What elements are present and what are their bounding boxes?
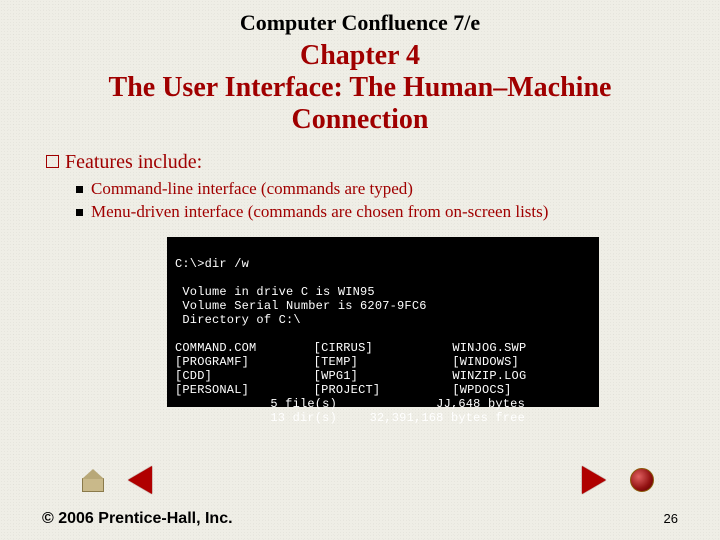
footer: © 2006 Prentice-Hall, Inc. 26 bbox=[0, 510, 720, 528]
bullet-text: Command-line interface (commands are typ… bbox=[91, 179, 413, 198]
next-button[interactable] bbox=[582, 466, 612, 494]
chapter-heading: Chapter 4 The User Interface: The Human–… bbox=[0, 40, 720, 137]
copyright-text: © 2006 Prentice-Hall, Inc. bbox=[42, 510, 233, 528]
terminal-cell: [WPDOCS] bbox=[452, 383, 591, 397]
bullet-text: Menu-driven interface (commands are chos… bbox=[91, 202, 548, 221]
terminal-stat: 5 file(s) bbox=[175, 397, 355, 411]
home-icon bbox=[82, 478, 104, 492]
terminal-cell: [CDD] bbox=[175, 369, 314, 383]
terminal-cell: [CIRRUS] bbox=[314, 341, 453, 355]
terminal-stat: 13 dir(s) bbox=[175, 411, 355, 425]
terminal-stats: 13 dir(s)32,391,168 bytes free bbox=[175, 411, 591, 425]
book-title: Computer Confluence 7/e bbox=[0, 0, 720, 36]
terminal-line bbox=[175, 327, 182, 341]
terminal-stat: JJ,648 bytes bbox=[355, 397, 525, 411]
terminal-line bbox=[175, 271, 182, 285]
terminal-cell: [PROGRAMF] bbox=[175, 355, 314, 369]
terminal-stats: 5 file(s)JJ,648 bytes bbox=[175, 397, 591, 411]
terminal-line: Directory of C:\ bbox=[175, 313, 301, 327]
terminal-columns: COMMAND.COM[CIRRUS]WINJOG.SWP bbox=[175, 341, 591, 355]
nav-row bbox=[0, 462, 720, 492]
feature-list: Command-line interface (commands are typ… bbox=[46, 178, 720, 224]
end-button[interactable] bbox=[630, 468, 654, 492]
terminal-line: C:\>dir /w bbox=[175, 257, 249, 271]
list-item: Command-line interface (commands are typ… bbox=[76, 178, 720, 201]
terminal-cell: WINZIP.LOG bbox=[452, 369, 591, 383]
terminal-columns: [CDD][WPG1]WINZIP.LOG bbox=[175, 369, 591, 383]
terminal-stat: 32,391,168 bytes free bbox=[355, 411, 525, 425]
terminal-cell: [WINDOWS] bbox=[452, 355, 591, 369]
terminal-columns: [PROGRAMF][TEMP][WINDOWS] bbox=[175, 355, 591, 369]
terminal-cell: [PERSONAL] bbox=[175, 383, 314, 397]
terminal-columns: [PERSONAL][PROJECT][WPDOCS] bbox=[175, 383, 591, 397]
features-heading: Features include: bbox=[46, 151, 720, 174]
arrow-left-icon bbox=[128, 466, 152, 494]
terminal-cell: WINJOG.SWP bbox=[452, 341, 591, 355]
list-item: Menu-driven interface (commands are chos… bbox=[76, 201, 720, 224]
chapter-number: Chapter 4 bbox=[60, 40, 660, 72]
dos-terminal-screenshot: C:\>dir /w Volume in drive C is WIN95 Vo… bbox=[167, 237, 599, 407]
chapter-title: The User Interface: The Human–Machine Co… bbox=[60, 72, 660, 136]
terminal-cell: COMMAND.COM bbox=[175, 341, 314, 355]
home-button[interactable] bbox=[82, 470, 104, 492]
features-label: Features include: bbox=[65, 151, 202, 173]
slide-content: Features include: Command-line interface… bbox=[0, 151, 720, 408]
terminal-cell: [PROJECT] bbox=[314, 383, 453, 397]
terminal-cell: [WPG1] bbox=[314, 369, 453, 383]
square-bullet-icon bbox=[76, 209, 83, 216]
page-number: 26 bbox=[664, 511, 678, 526]
arrow-right-icon bbox=[582, 466, 606, 494]
square-bullet-icon bbox=[76, 186, 83, 193]
previous-button[interactable] bbox=[128, 466, 158, 494]
circle-stop-icon bbox=[630, 468, 654, 492]
terminal-line: Volume in drive C is WIN95 bbox=[175, 285, 375, 299]
terminal-cell: [TEMP] bbox=[314, 355, 453, 369]
checkbox-bullet-icon bbox=[46, 155, 59, 168]
terminal-line: Volume Serial Number is 6207-9FC6 bbox=[175, 299, 427, 313]
